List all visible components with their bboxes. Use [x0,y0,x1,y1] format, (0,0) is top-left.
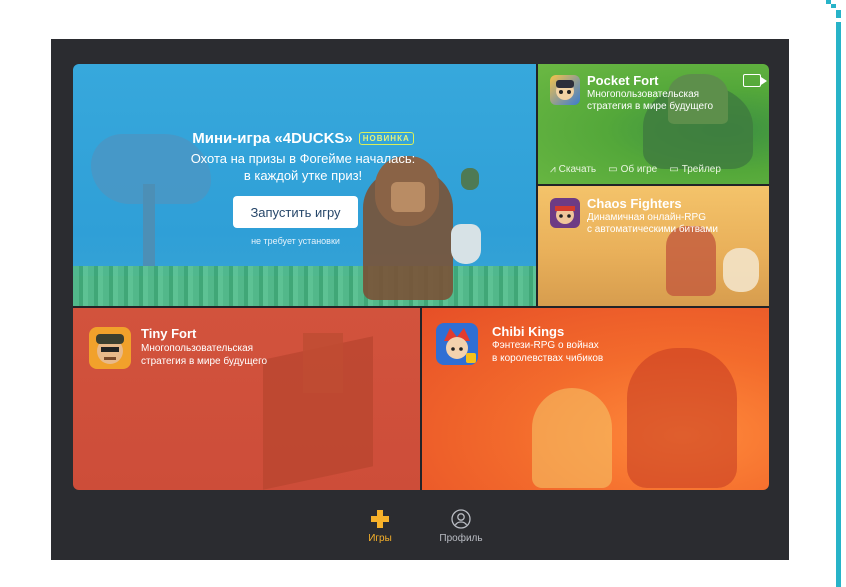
pocket-fort-app-icon [550,75,580,105]
hunter-face-illustration [391,182,425,212]
pocket-fort-desc-line2: стратегия в мире будущего [587,101,714,112]
chibi-kings-app-icon [436,323,478,365]
chibi-kings-title: Chibi Kings [492,324,565,339]
edge-accent-line [836,22,841,587]
banner-subtitle-line1: Охота на призы в Фогейме началась: [190,151,416,166]
game-tile-tiny-fort[interactable]: Tiny Fort Многопользовательская стратеги… [73,308,420,490]
chibi-kings-desc-line1: Фэнтези-RPG о войнах [492,340,599,351]
download-label: Скачать [558,164,597,175]
chibi-kings-character-icon [444,328,476,363]
launch-game-button[interactable]: Запустить игру [233,196,358,228]
grass-illustration [73,266,536,306]
bottom-tab-bar: Игры Профиль [51,509,789,560]
pocket-fort-title: Pocket Fort [587,73,659,88]
about-game-link[interactable]: ▭ Об игре [608,164,657,175]
profile-icon [451,509,471,529]
chaos-fighters-character-icon [555,206,575,224]
new-badge: НОВИНКА [358,132,414,145]
game-tile-chaos-fighters[interactable]: Chaos Fighters Динамичная онлайн-RPG с а… [538,186,769,306]
tab-games-label: Игры [368,533,392,544]
tiny-fort-character-icon [96,334,124,364]
about-label: Об игре [620,164,658,175]
tab-games[interactable]: Игры [350,509,410,544]
tab-profile[interactable]: Профиль [431,509,491,544]
chibi-kings-desc-line2: в королевствах чибиков [492,353,604,364]
chaos-fighters-title: Chaos Fighters [587,196,682,211]
banner-text: Мини-игра «4DUCKS» НОВИНКА Охота на приз… [168,130,438,184]
tiny-fort-title: Tiny Fort [141,326,197,341]
chaos-fighters-desc-line1: Динамичная онлайн-RPG [587,212,706,223]
games-icon [371,510,389,528]
pocket-fort-desc-line1: Многопользовательская [587,89,700,100]
pocket-fort-actions: ⩘ Скачать ▭ Об игре ▭ Трейлер [550,164,721,175]
app-window: Мини-игра «4DUCKS» НОВИНКА Охота на приз… [51,39,789,560]
fortress-tower-illustration [303,333,343,393]
warrior-illustration [627,348,737,488]
chaos-fighters-desc-line2: с автоматическими битвами [587,224,718,235]
tiny-fort-app-icon [89,327,131,369]
trailer-label: Трейлер [681,164,721,175]
banner-subtitle-line2: в каждой утке приз! [243,168,363,183]
games-grid: Мини-игра «4DUCKS» НОВИНКА Охота на приз… [73,64,769,490]
princess-illustration [532,388,612,488]
duck-illustration [461,168,479,190]
tab-profile-label: Профиль [439,533,483,544]
trailer-icon: ▭ [669,164,679,175]
onigiri-illustration [723,248,759,292]
download-link[interactable]: ⩘ Скачать [550,164,596,175]
tiny-fort-desc-line1: Многопользовательская [141,343,254,354]
game-tile-chibi-kings[interactable]: Chibi Kings Фэнтези-RPG о войнах в корол… [422,308,769,490]
about-icon: ▭ [608,164,618,175]
video-icon[interactable] [743,74,767,87]
banner-title: Мини-игра «4DUCKS» [192,130,353,147]
chaos-fighters-app-icon [550,198,580,228]
trailer-link[interactable]: ▭ Трейлер [669,164,721,175]
game-tile-pocket-fort[interactable]: Pocket Fort Многопользовательская страте… [538,64,769,184]
download-icon: ⩘ [550,164,556,175]
bag-illustration [451,224,481,264]
fighter-illustration [666,226,716,296]
no-install-note: не требует установки [251,236,340,246]
tiny-fort-desc-line2: стратегия в мире будущего [141,356,268,367]
featured-banner-4ducks[interactable]: Мини-игра «4DUCKS» НОВИНКА Охота на приз… [73,64,536,306]
pocket-fort-character-icon [556,80,574,100]
